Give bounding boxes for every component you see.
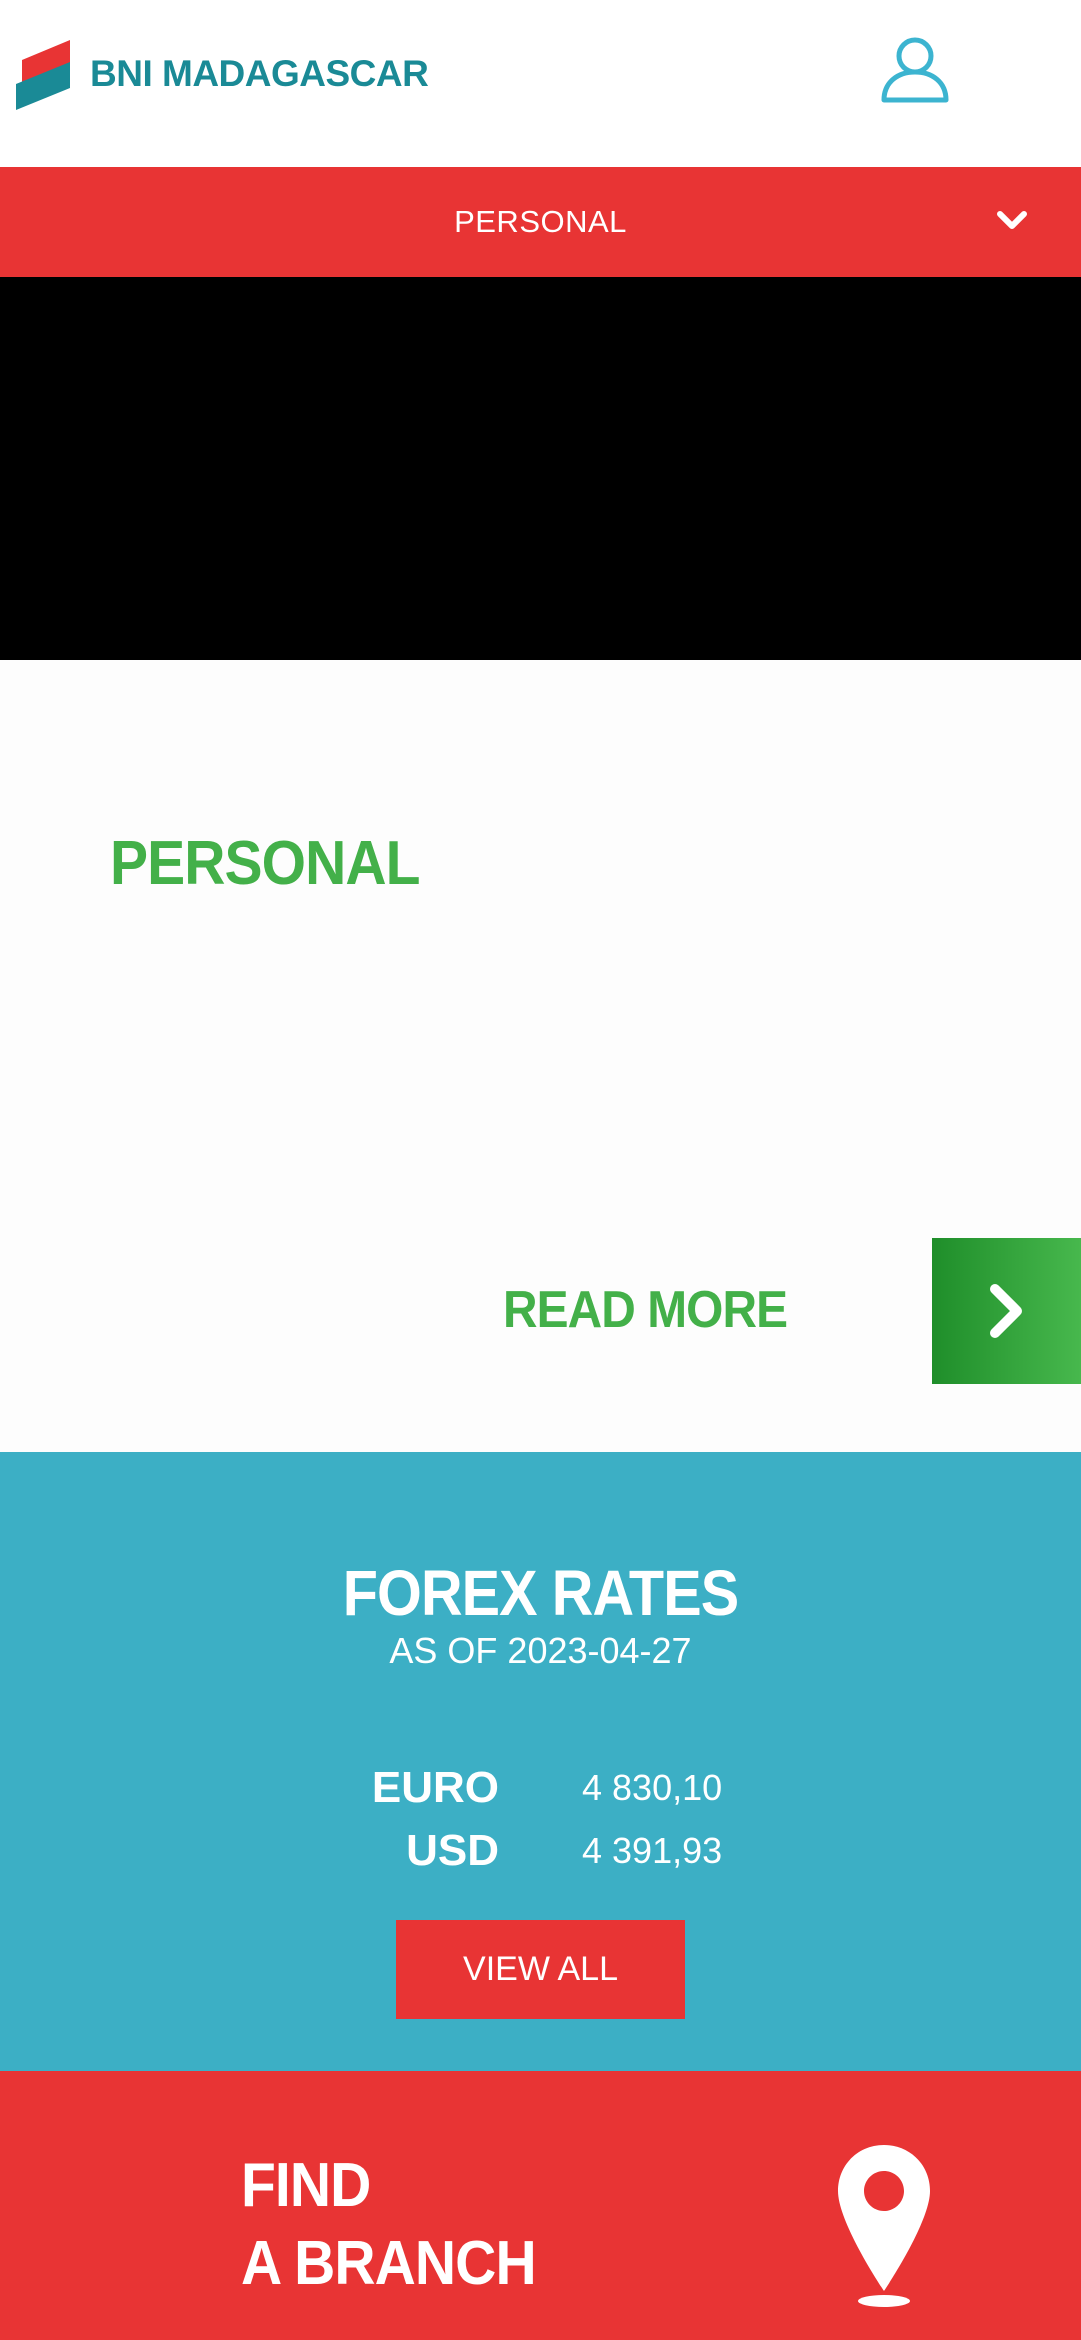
chevron-down-icon: [997, 211, 1027, 229]
currency-name: USD: [406, 1826, 499, 1875]
find-branch-line1: FIND: [241, 2151, 371, 2220]
find-branch-line2: A BRANCH: [241, 2229, 537, 2298]
bni-logo[interactable]: BNI MADAGASCAR: [16, 34, 486, 114]
forex-date: AS OF 2023-04-27: [389, 1630, 692, 1671]
forex-rate-row: USD 4 391,93: [0, 1826, 1081, 1882]
read-more-link[interactable]: READ MORE: [503, 1280, 788, 1340]
personal-section: PERSONAL READ MORE: [0, 660, 1081, 1452]
find-branch-banner[interactable]: FIND A BRANCH: [0, 2071, 1081, 2340]
forex-rates-section: FOREX RATES AS OF 2023-04-27 EURO 4 830,…: [0, 1452, 1081, 2071]
bni-logo-mark-icon: [16, 40, 70, 110]
view-all-button[interactable]: VIEW ALL: [396, 1920, 685, 2019]
currency-rate: 4 391,93: [582, 1830, 723, 1871]
forex-rate-row: EURO 4 830,10: [0, 1763, 1081, 1819]
chevron-right-icon: [989, 1284, 1022, 1338]
hero-banner: [0, 277, 1081, 660]
personal-title: PERSONAL: [110, 829, 420, 898]
read-more-arrow-button[interactable]: [932, 1238, 1081, 1384]
site-header: BNI MADAGASCAR: [0, 0, 1081, 167]
find-branch-label: FIND A BRANCH: [241, 2147, 537, 2303]
logo-text: BNI MADAGASCAR: [90, 53, 429, 94]
user-icon[interactable]: [880, 34, 950, 104]
section-selector[interactable]: PERSONAL: [0, 167, 1081, 277]
currency-name: EURO: [371, 1763, 499, 1812]
forex-title: FOREX RATES: [342, 1557, 739, 1629]
section-selector-label: PERSONAL: [454, 204, 627, 239]
currency-rate: 4 830,10: [582, 1767, 723, 1808]
location-pin-icon: [838, 2145, 930, 2307]
